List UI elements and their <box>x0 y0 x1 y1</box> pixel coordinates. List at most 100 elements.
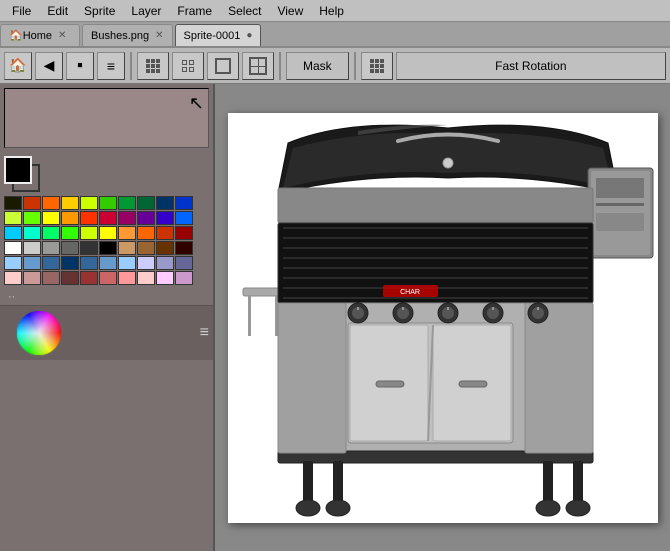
fast-rotation-label: Fast Rotation <box>495 59 566 73</box>
palette-cell-54[interactable] <box>80 271 98 285</box>
tab-bushes-close[interactable]: ✕ <box>155 30 163 41</box>
tab-bar: 🏠 Home ✕ Bushes.png ✕ Sprite-0001 ● <box>0 22 670 48</box>
palette-cell-57[interactable] <box>137 271 155 285</box>
palette-cell-52[interactable] <box>42 271 60 285</box>
palette-cell-0[interactable] <box>4 196 22 210</box>
palette-cell-23[interactable] <box>61 226 79 240</box>
palette-cell-53[interactable] <box>61 271 79 285</box>
palette-cell-29[interactable] <box>175 226 193 240</box>
palette-cell-20[interactable] <box>4 226 22 240</box>
palette-cell-2[interactable] <box>42 196 60 210</box>
palette-cell-37[interactable] <box>137 241 155 255</box>
palette-cell-27[interactable] <box>137 226 155 240</box>
menu-view[interactable]: View <box>269 2 311 20</box>
palette-cell-31[interactable] <box>23 241 41 255</box>
palette-cell-19[interactable] <box>175 211 193 225</box>
separator-1 <box>130 52 132 80</box>
palette-cell-47[interactable] <box>137 256 155 270</box>
palette-cell-3[interactable] <box>61 196 79 210</box>
palette-cell-13[interactable] <box>61 211 79 225</box>
palette-cell-36[interactable] <box>118 241 136 255</box>
palette-cell-59[interactable] <box>175 271 193 285</box>
palette-cell-14[interactable] <box>80 211 98 225</box>
palette-cell-55[interactable] <box>99 271 117 285</box>
palette-cell-45[interactable] <box>99 256 117 270</box>
palette-cell-22[interactable] <box>42 226 60 240</box>
btn-square[interactable] <box>207 52 239 80</box>
btn-home-toolbar[interactable]: 🏠 <box>4 52 32 80</box>
palette-cell-11[interactable] <box>23 211 41 225</box>
tab-bushes[interactable]: Bushes.png ✕ <box>82 24 173 46</box>
bottom-panel: ≡ <box>0 305 213 360</box>
palette-cell-49[interactable] <box>175 256 193 270</box>
palette-cell-39[interactable] <box>175 241 193 255</box>
tab-sprite-indicator: ● <box>246 30 252 41</box>
palette-cell-6[interactable] <box>118 196 136 210</box>
palette-cell-18[interactable] <box>156 211 174 225</box>
palette-cell-56[interactable] <box>118 271 136 285</box>
palette-cell-21[interactable] <box>23 226 41 240</box>
btn-prev-frame[interactable]: ◀ <box>35 52 63 80</box>
palette-cell-44[interactable] <box>80 256 98 270</box>
palette-cell-24[interactable] <box>80 226 98 240</box>
status-dots: ·· <box>0 289 213 305</box>
palette-cell-35[interactable] <box>99 241 117 255</box>
palette-cell-16[interactable] <box>118 211 136 225</box>
palette-cell-51[interactable] <box>23 271 41 285</box>
palette-cell-50[interactable] <box>4 271 22 285</box>
cursor-icon: ↖ <box>189 93 204 114</box>
sprite-canvas[interactable]: CHAR <box>228 113 658 523</box>
btn-grid-dots[interactable] <box>137 52 169 80</box>
palette-cell-10[interactable] <box>4 211 22 225</box>
color-wheel[interactable] <box>4 311 74 356</box>
toolbar: 🏠 ◀ ⏹ ≡ Mask <box>0 48 670 84</box>
menu-select[interactable]: Select <box>220 2 269 20</box>
palette-cell-12[interactable] <box>42 211 60 225</box>
palette-cell-48[interactable] <box>156 256 174 270</box>
palette-cell-40[interactable] <box>4 256 22 270</box>
palette-cell-4[interactable] <box>80 196 98 210</box>
btn-grid-2x2[interactable] <box>172 52 204 80</box>
panel-icon[interactable]: ≡ <box>200 324 209 342</box>
palette-cell-25[interactable] <box>99 226 117 240</box>
btn-grid-right[interactable] <box>361 52 393 80</box>
tab-sprite-label: Sprite-0001 <box>184 30 241 42</box>
grill-image: CHAR <box>228 113 658 523</box>
menu-file[interactable]: File <box>4 2 39 20</box>
palette-cell-9[interactable] <box>175 196 193 210</box>
tab-home[interactable]: 🏠 Home ✕ <box>0 24 80 46</box>
tab-home-close[interactable]: ✕ <box>58 30 66 41</box>
palette-cell-41[interactable] <box>23 256 41 270</box>
palette-cell-58[interactable] <box>156 271 174 285</box>
canvas-area: CHAR <box>215 84 670 551</box>
foreground-color[interactable] <box>4 156 32 184</box>
palette-cell-15[interactable] <box>99 211 117 225</box>
fg-bg-colors <box>4 156 40 192</box>
menu-layer[interactable]: Layer <box>123 2 169 20</box>
palette-cell-5[interactable] <box>99 196 117 210</box>
palette-cell-43[interactable] <box>61 256 79 270</box>
palette-cell-46[interactable] <box>118 256 136 270</box>
btn-stop[interactable]: ⏹ <box>66 52 94 80</box>
palette-cell-32[interactable] <box>42 241 60 255</box>
palette-cell-17[interactable] <box>137 211 155 225</box>
palette-cell-33[interactable] <box>61 241 79 255</box>
tab-sprite[interactable]: Sprite-0001 ● <box>175 24 262 46</box>
palette-cell-34[interactable] <box>80 241 98 255</box>
menu-frame[interactable]: Frame <box>169 2 220 20</box>
palette-cell-7[interactable] <box>137 196 155 210</box>
palette-cell-28[interactable] <box>156 226 174 240</box>
btn-mask[interactable]: Mask <box>286 52 349 80</box>
palette-cell-1[interactable] <box>23 196 41 210</box>
palette-cell-8[interactable] <box>156 196 174 210</box>
palette-cell-42[interactable] <box>42 256 60 270</box>
menu-sprite[interactable]: Sprite <box>76 2 123 20</box>
menu-edit[interactable]: Edit <box>39 2 76 20</box>
menu-help[interactable]: Help <box>311 2 352 20</box>
palette-cell-30[interactable] <box>4 241 22 255</box>
btn-fast-rotation[interactable]: Fast Rotation <box>396 52 666 80</box>
palette-cell-26[interactable] <box>118 226 136 240</box>
btn-grid-4[interactable] <box>242 52 274 80</box>
palette-cell-38[interactable] <box>156 241 174 255</box>
btn-menu-lines[interactable]: ≡ <box>97 52 125 80</box>
